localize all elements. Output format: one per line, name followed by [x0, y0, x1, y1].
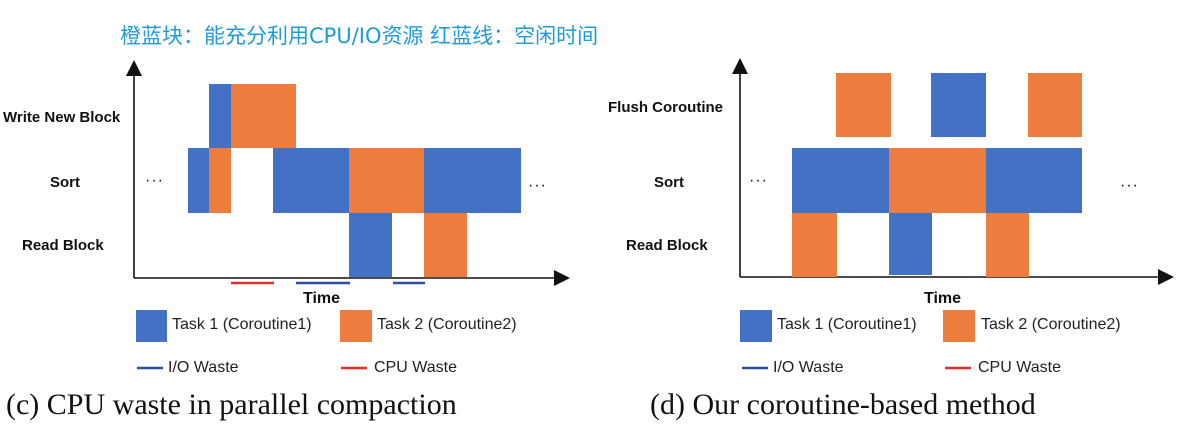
panel-d-flush-task1-block: [931, 73, 986, 137]
panel-c-write-task2-block: [231, 84, 296, 148]
panel-d-caption: (d) Our coroutine-based method: [650, 388, 1036, 421]
panel-c-x-axis-label: Time: [303, 290, 341, 307]
panel-d-row-flush-coroutine: Flush Coroutine: [608, 99, 723, 116]
panel-d-legend-task1-label: Task 1 (Coroutine1): [777, 316, 917, 333]
panel-c-sort-task1-block-3: [424, 148, 521, 213]
panel-c-read-task2-block: [424, 213, 467, 277]
panel-c-sort-task1-block-2: [273, 148, 349, 213]
panel-d-x-axis-label: Time: [924, 290, 962, 307]
panel-c-write-task1-block: [209, 84, 231, 148]
panel-d-legend-task2-swatch: [943, 310, 975, 342]
panel-c-row-write-new-block: Write New Block: [3, 109, 121, 126]
panel-c-sort-task2-block-1: [209, 148, 231, 213]
panel-c-legend-task1-swatch: [136, 310, 167, 342]
panel-c-legend-io-label: I/O Waste: [168, 359, 239, 376]
panel-d-read-task2-block-2: [986, 213, 1029, 277]
panel-d-row-read-block: Read Block: [626, 237, 708, 254]
panel-c-legend-task1-label: Task 1 (Coroutine1): [172, 316, 312, 333]
panel-d-legend-task1-swatch: [740, 310, 772, 342]
panel-c-legend-task2-label: Task 2 (Coroutine2): [377, 316, 517, 333]
panel-c-read-task1-block: [349, 213, 392, 277]
panel-d-ellipsis-left: ···: [749, 172, 768, 189]
panel-d-sort-task1-block-2: [986, 148, 1082, 213]
panel-d-flush-task2-block-2: [1028, 73, 1082, 137]
panel-c-row-sort: Sort: [50, 174, 80, 191]
panel-d-legend-task2-label: Task 2 (Coroutine2): [981, 316, 1121, 333]
panel-d-read-task2-block-1: [792, 213, 837, 277]
panel-c-caption: (c) CPU waste in parallel compaction: [6, 388, 457, 421]
panel-c-legend-task2-swatch: [340, 310, 372, 342]
panel-c-row-read-block: Read Block: [22, 237, 104, 254]
panel-d-ellipsis-right: ···: [1120, 177, 1139, 194]
panel-d-read-task1-block: [889, 213, 932, 275]
panel-d-legend-io-label: I/O Waste: [773, 359, 844, 376]
panel-d-flush-task2-block-1: [836, 73, 891, 137]
panel-c-ellipsis-right: ···: [528, 177, 547, 194]
panel-d-sort-task1-block-1: [792, 148, 889, 213]
panel-d-legend-cpu-label: CPU Waste: [978, 359, 1061, 376]
panel-c-legend-cpu-label: CPU Waste: [374, 359, 457, 376]
panel-c-ellipsis-left: ···: [145, 172, 164, 189]
panel-d-sort-task2-block: [889, 148, 986, 213]
panel-d-row-sort: Sort: [654, 174, 684, 191]
panel-c-sort-task2-block-2: [349, 148, 424, 213]
panel-c-sort-task1-block-1: [188, 148, 209, 213]
